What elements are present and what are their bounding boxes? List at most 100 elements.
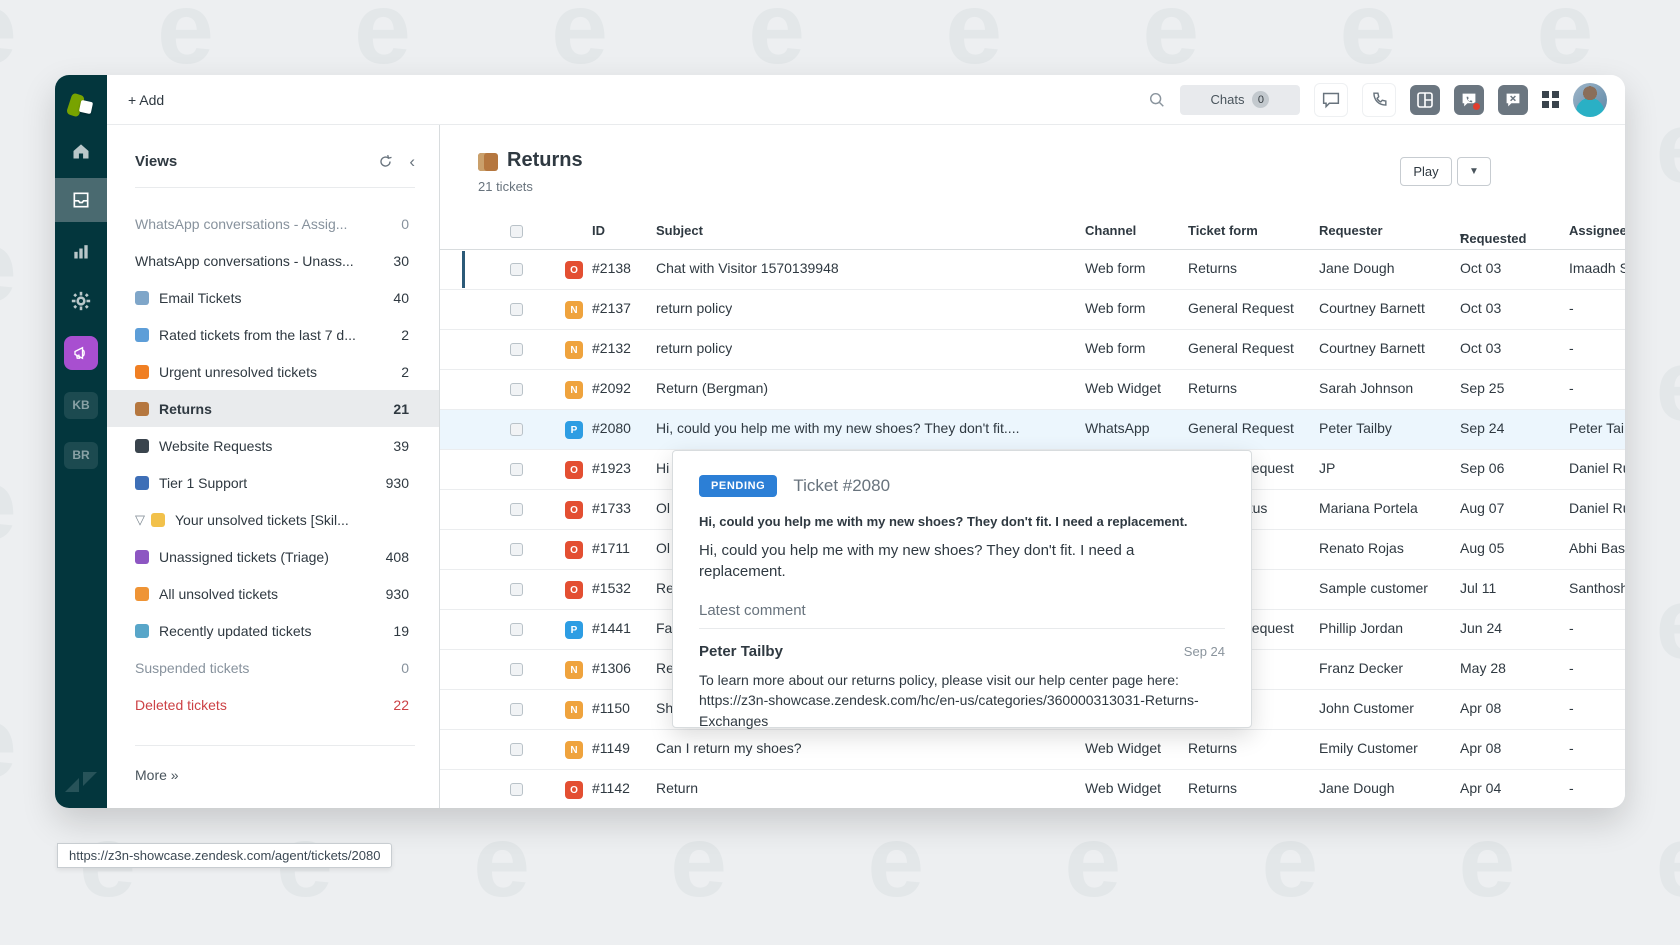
ticket-subject[interactable]: Return — [656, 780, 698, 796]
view-item[interactable]: All unsolved tickets930 — [107, 575, 439, 612]
zendesk-logo[interactable] — [55, 87, 107, 123]
talk-button[interactable] — [1362, 83, 1396, 117]
view-item-count: 2 — [391, 364, 409, 380]
row-checkbox[interactable] — [510, 503, 523, 516]
app-talk-notification-button[interactable] — [1454, 85, 1484, 115]
ticket-subject[interactable]: Chat with Visitor 1570139948 — [656, 260, 839, 276]
ticket-assignee: - — [1569, 300, 1574, 316]
package-icon — [478, 153, 498, 171]
col-ticket-form[interactable]: Ticket form — [1188, 223, 1258, 238]
view-item[interactable]: Unassigned tickets (Triage)408 — [107, 538, 439, 575]
row-checkbox[interactable] — [510, 343, 523, 356]
view-item[interactable]: Returns21 — [107, 390, 439, 427]
search-icon[interactable] — [1148, 91, 1166, 109]
view-item-label: All unsolved tickets — [159, 586, 278, 602]
announcements-button[interactable] — [55, 335, 107, 371]
ticket-subject[interactable]: return policy — [656, 300, 732, 316]
col-subject[interactable]: Subject — [656, 223, 703, 238]
conversations-button[interactable] — [1314, 83, 1348, 117]
select-all-checkbox[interactable] — [510, 225, 523, 238]
view-item-count: 0 — [391, 216, 409, 232]
ticket-assignee: Peter Tai — [1569, 420, 1624, 436]
play-dropdown-button[interactable]: ▼ — [1457, 157, 1491, 186]
kb-button[interactable]: KB — [55, 391, 107, 419]
view-item-label: Returns — [159, 401, 212, 417]
ticket-requested: Oct 03 — [1460, 300, 1501, 316]
views-list: WhatsApp conversations - Assig...0WhatsA… — [107, 205, 439, 723]
app-messaging-button[interactable] — [1498, 85, 1528, 115]
book-icon — [135, 476, 149, 490]
ticket-channel: Web form — [1085, 260, 1145, 276]
ticket-subject[interactable]: Can I return my shoes? — [656, 740, 802, 756]
view-item[interactable]: ▽Your unsolved tickets [Skil... — [107, 501, 439, 538]
ticket-requester: Renato Rojas — [1319, 540, 1404, 556]
row-checkbox[interactable] — [510, 663, 523, 676]
row-checkbox[interactable] — [510, 263, 523, 276]
col-channel[interactable]: Channel — [1085, 223, 1136, 238]
row-checkbox[interactable] — [510, 583, 523, 596]
view-item[interactable]: Recently updated tickets19 — [107, 612, 439, 649]
play-button[interactable]: Play — [1400, 157, 1452, 186]
view-item[interactable]: Website Requests39 — [107, 427, 439, 464]
refresh-icon[interactable] — [378, 154, 393, 169]
row-checkbox[interactable] — [510, 623, 523, 636]
views-icon[interactable] — [55, 184, 107, 216]
view-item-count: 0 — [391, 660, 409, 676]
col-id[interactable]: ID — [592, 223, 605, 238]
row-checkbox[interactable] — [510, 303, 523, 316]
more-views-link[interactable]: More » — [135, 767, 179, 783]
funnel-hand-icon — [151, 513, 165, 527]
row-checkbox[interactable] — [510, 383, 523, 396]
zendesk-window: KB BR + Add Chats 0 — [55, 75, 1625, 808]
row-checkbox[interactable] — [510, 423, 523, 436]
ticket-subject[interactable]: Return (Bergman) — [656, 380, 768, 396]
ticket-subject[interactable]: Sh — [656, 700, 673, 716]
view-item-count: 2 — [391, 327, 409, 343]
ticket-row[interactable]: P#2080Hi, could you help me with my new … — [440, 410, 1625, 450]
ticket-subject[interactable]: Hi — [656, 460, 669, 476]
chats-button[interactable]: Chats 0 — [1180, 85, 1300, 115]
row-checkbox[interactable] — [510, 743, 523, 756]
view-item[interactable]: WhatsApp conversations - Unass...30 — [107, 242, 439, 279]
br-button[interactable]: BR — [55, 441, 107, 469]
view-item[interactable]: WhatsApp conversations - Assig...0 — [107, 205, 439, 242]
home-icon[interactable] — [55, 135, 107, 167]
table-header: ID Subject Channel Ticket form Requester… — [440, 215, 1625, 250]
ticket-requester: Emily Customer — [1319, 740, 1418, 756]
page-title: Returns — [507, 149, 583, 172]
user-avatar[interactable] — [1573, 83, 1607, 117]
ticket-subject[interactable]: Ol — [656, 540, 670, 556]
collapse-panel-icon[interactable]: ‹ — [409, 153, 415, 170]
row-checkbox[interactable] — [510, 543, 523, 556]
ticket-row[interactable]: N#2132return policyWeb formGeneral Reque… — [440, 330, 1625, 370]
row-checkbox[interactable] — [510, 783, 523, 796]
ticket-subject[interactable]: Fa — [656, 620, 672, 636]
ticket-subject[interactable]: Ol — [656, 500, 670, 516]
admin-gear-icon[interactable] — [55, 285, 107, 317]
view-item[interactable]: Urgent unresolved tickets2 — [107, 353, 439, 390]
view-item[interactable]: Rated tickets from the last 7 d...2 — [107, 316, 439, 353]
ticket-subject[interactable]: Hi, could you help me with my new shoes?… — [656, 420, 1019, 436]
ticket-row[interactable]: O#2138Chat with Visitor 1570139948Web fo… — [440, 250, 1625, 290]
apps-grid-icon[interactable] — [1542, 91, 1559, 108]
ticket-assignee: Daniel Ru — [1569, 500, 1625, 516]
view-item[interactable]: Suspended tickets0 — [107, 649, 439, 686]
ticket-subject[interactable]: return policy — [656, 340, 732, 356]
reports-icon[interactable] — [55, 235, 107, 267]
row-checkbox[interactable] — [510, 463, 523, 476]
row-checkbox[interactable] — [510, 703, 523, 716]
ticket-preview-card: PENDING Ticket #2080 Hi, could you help … — [672, 450, 1252, 728]
view-item[interactable]: Email Tickets40 — [107, 279, 439, 316]
comment-author: Peter Tailby — [699, 643, 783, 660]
view-item[interactable]: Tier 1 Support930 — [107, 464, 439, 501]
ticket-row[interactable]: O#1142ReturnWeb WidgetReturnsJane DoughA… — [440, 770, 1625, 808]
ticket-row[interactable]: N#1149Can I return my shoes?Web WidgetRe… — [440, 730, 1625, 770]
add-button[interactable]: + Add — [128, 92, 164, 108]
ticket-row[interactable]: N#2092Return (Bergman)Web WidgetReturnsS… — [440, 370, 1625, 410]
app-columns-button[interactable] — [1410, 85, 1440, 115]
col-requester[interactable]: Requester — [1319, 223, 1383, 238]
col-assignee[interactable]: Assignee — [1569, 223, 1625, 238]
ticket-row[interactable]: N#2137return policyWeb formGeneral Reque… — [440, 290, 1625, 330]
ticket-status-badge: O — [565, 581, 583, 599]
view-item[interactable]: Deleted tickets22 — [107, 686, 439, 723]
